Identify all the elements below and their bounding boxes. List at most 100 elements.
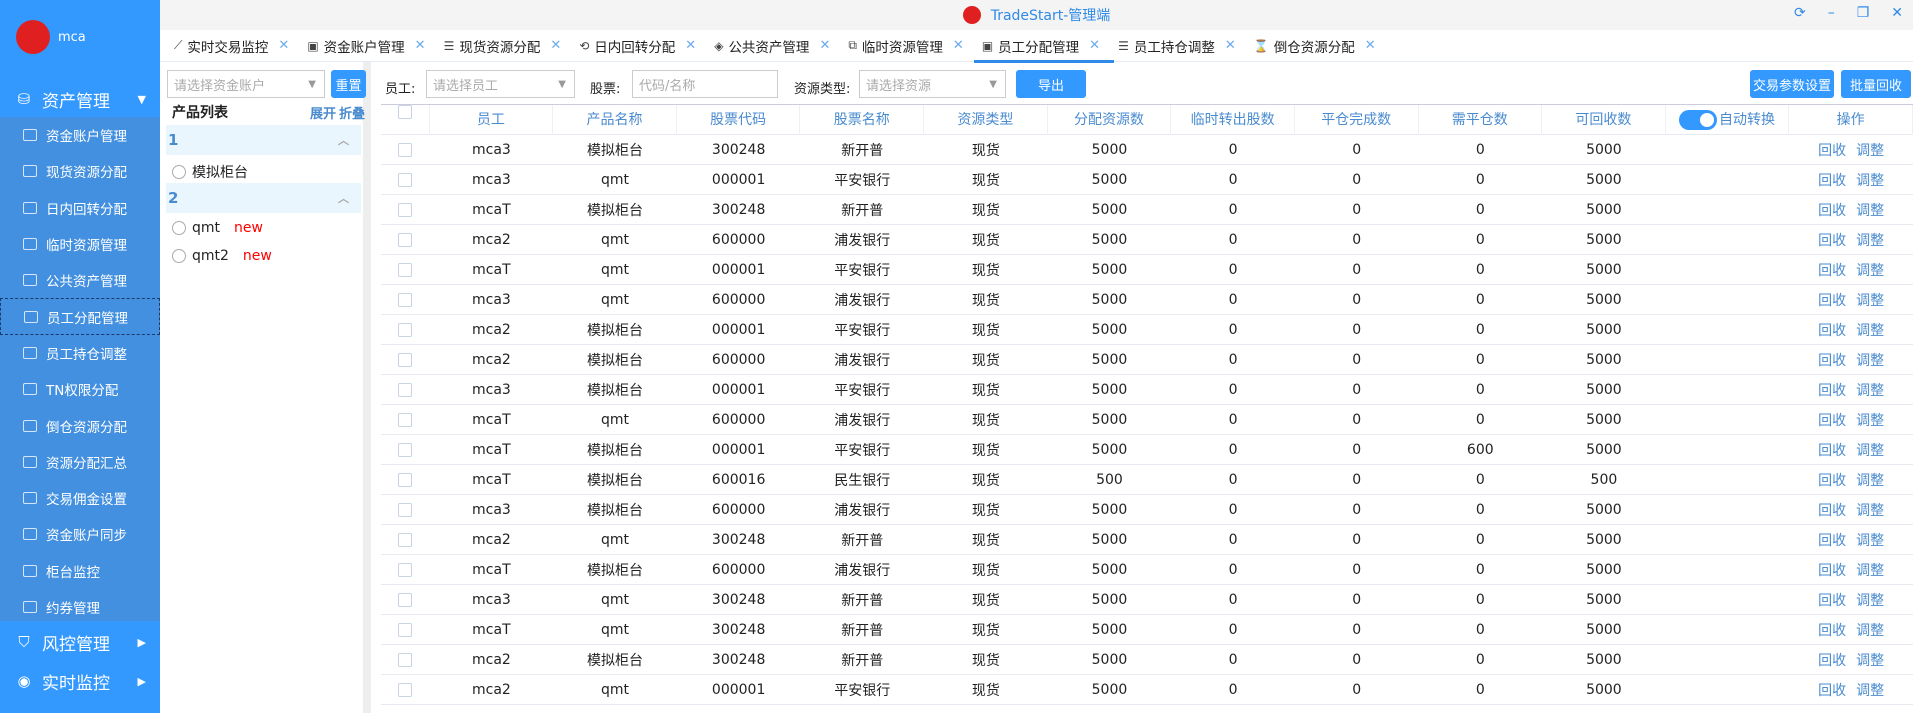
recall-link[interactable]: 回收 (1818, 383, 1846, 399)
row-checkbox[interactable] (398, 592, 413, 607)
tab[interactable]: ⟲ 日内回转分配 ✕ (575, 30, 710, 62)
adjust-link[interactable]: 调整 (1856, 383, 1884, 399)
close-icon[interactable]: ✕ (1891, 5, 1903, 21)
tab[interactable]: ⧉ 临时资源管理 ✕ (844, 30, 977, 62)
close-tab-icon[interactable]: ✕ (819, 38, 830, 53)
row-checkbox[interactable] (398, 292, 413, 307)
sidebar-item[interactable]: 临时资源管理 (0, 226, 160, 262)
tab[interactable]: ▣ 员工分配管理 ✕ (973, 30, 1115, 63)
minimize-icon[interactable]: – (1828, 5, 1835, 21)
product-item[interactable]: qmt new (172, 220, 263, 236)
row-checkbox[interactable] (398, 652, 413, 667)
column-header[interactable]: 操作 (1789, 104, 1913, 135)
column-header[interactable]: 平仓完成数 (1295, 104, 1419, 135)
column-header[interactable]: 股票名称 (800, 104, 925, 135)
recall-link[interactable]: 回收 (1818, 593, 1846, 609)
recall-link[interactable]: 回收 (1818, 353, 1846, 369)
adjust-link[interactable]: 调整 (1856, 473, 1884, 489)
sidebar-item[interactable]: 资金账户同步 (0, 516, 160, 552)
sidebar-group-risk[interactable]: ⛉ 风控管理 ▶ (0, 623, 160, 661)
tab[interactable]: ◈ 公共资产管理 ✕ (710, 30, 844, 62)
sidebar-item[interactable]: 员工分配管理 (0, 298, 160, 335)
adjust-link[interactable]: 调整 (1856, 143, 1884, 159)
product-group-2[interactable]: 2 ︿ (166, 183, 361, 213)
column-header[interactable]: 需平仓数 (1419, 104, 1543, 135)
adjust-link[interactable]: 调整 (1856, 173, 1884, 189)
close-tab-icon[interactable]: ✕ (953, 38, 964, 53)
sidebar-group-monitor[interactable]: ◉ 实时监控 ▶ (0, 662, 160, 700)
close-tab-icon[interactable]: ✕ (1225, 38, 1236, 53)
tab[interactable]: ⌛ 倒仓资源分配 ✕ (1250, 30, 1390, 62)
product-item[interactable]: 模拟柜台 (172, 162, 248, 182)
row-checkbox[interactable] (398, 202, 413, 217)
recall-link[interactable]: 回收 (1818, 623, 1846, 639)
adjust-link[interactable]: 调整 (1856, 683, 1884, 699)
row-checkbox[interactable] (398, 382, 413, 397)
adjust-link[interactable]: 调整 (1856, 263, 1884, 279)
adjust-link[interactable]: 调整 (1856, 203, 1884, 219)
auto-convert-toggle[interactable] (1679, 109, 1718, 130)
employee-select[interactable]: 请选择员工 ▼ (426, 70, 575, 98)
column-header[interactable]: 临时转出股数 (1171, 104, 1295, 135)
row-checkbox[interactable] (398, 502, 413, 517)
recall-link[interactable]: 回收 (1818, 563, 1846, 579)
recall-link[interactable]: 回收 (1818, 233, 1846, 249)
row-checkbox[interactable] (398, 142, 413, 157)
row-checkbox[interactable] (398, 172, 413, 187)
close-tab-icon[interactable]: ✕ (415, 38, 426, 53)
recall-link[interactable]: 回收 (1818, 473, 1846, 489)
adjust-link[interactable]: 调整 (1856, 293, 1884, 309)
product-group-1[interactable]: 1 ︿ (166, 125, 361, 155)
close-tab-icon[interactable]: ✕ (1089, 38, 1100, 53)
close-tab-icon[interactable]: ✕ (550, 38, 561, 53)
product-item[interactable]: qmt2 new (172, 248, 272, 264)
recall-link[interactable]: 回收 (1818, 533, 1846, 549)
recall-link[interactable]: 回收 (1818, 263, 1846, 279)
collapse-link[interactable]: 折叠 (339, 103, 365, 122)
sidebar-item[interactable]: 资金账户管理 (0, 117, 160, 153)
row-checkbox[interactable] (398, 262, 413, 277)
resource-type-select[interactable]: 请选择资源 ▼ (859, 70, 1006, 98)
row-checkbox[interactable] (398, 352, 413, 367)
account-select[interactable]: 请选择资金账户 ▼ (167, 70, 325, 98)
adjust-link[interactable]: 调整 (1856, 593, 1884, 609)
column-header[interactable]: 分配资源数 (1048, 104, 1172, 135)
tab[interactable]: ☰ 员工持仓调整 ✕ (1114, 30, 1250, 62)
row-checkbox[interactable] (398, 322, 413, 337)
recall-link[interactable]: 回收 (1818, 653, 1846, 669)
expand-link[interactable]: 展开 (310, 103, 336, 122)
sidebar-item[interactable]: 交易佣金设置 (0, 480, 160, 516)
tab[interactable]: ☰ 现货资源分配 ✕ (440, 30, 576, 62)
adjust-link[interactable]: 调整 (1856, 323, 1884, 339)
column-header[interactable]: 产品名称 (553, 104, 677, 135)
refresh-icon[interactable]: ⟳ (1794, 5, 1806, 21)
tab[interactable]: ▣ 资金账户管理 ✕ (303, 30, 439, 62)
restore-icon[interactable]: ❐ (1857, 5, 1870, 21)
column-header[interactable]: 资源类型 (924, 104, 1048, 135)
sidebar-item[interactable]: 日内回转分配 (0, 190, 160, 226)
stock-input[interactable]: 代码/名称 (632, 70, 778, 98)
adjust-link[interactable]: 调整 (1856, 653, 1884, 669)
adjust-link[interactable]: 调整 (1856, 413, 1884, 429)
batch-recall-button[interactable]: 批量回收 (1841, 70, 1911, 98)
adjust-link[interactable]: 调整 (1856, 503, 1884, 519)
adjust-link[interactable]: 调整 (1856, 443, 1884, 459)
row-checkbox[interactable] (398, 622, 413, 637)
recall-link[interactable]: 回收 (1818, 203, 1846, 219)
recall-link[interactable]: 回收 (1818, 173, 1846, 189)
sidebar-item[interactable]: TN权限分配 (0, 371, 160, 407)
radio[interactable] (172, 165, 186, 179)
trade-params-button[interactable]: 交易参数设置 (1750, 70, 1834, 98)
sidebar-item[interactable]: 资源分配汇总 (0, 444, 160, 480)
row-checkbox[interactable] (398, 472, 413, 487)
adjust-link[interactable]: 调整 (1856, 533, 1884, 549)
sidebar-item[interactable]: 柜台监控 (0, 553, 160, 589)
recall-link[interactable]: 回收 (1818, 323, 1846, 339)
adjust-link[interactable]: 调整 (1856, 563, 1884, 579)
row-checkbox[interactable] (398, 442, 413, 457)
recall-link[interactable]: 回收 (1818, 413, 1846, 429)
sidebar-item[interactable]: 约券管理 (0, 589, 160, 625)
sidebar-item[interactable]: 员工持仓调整 (0, 335, 160, 371)
export-button[interactable]: 导出 (1016, 70, 1086, 98)
row-checkbox[interactable] (398, 412, 413, 427)
